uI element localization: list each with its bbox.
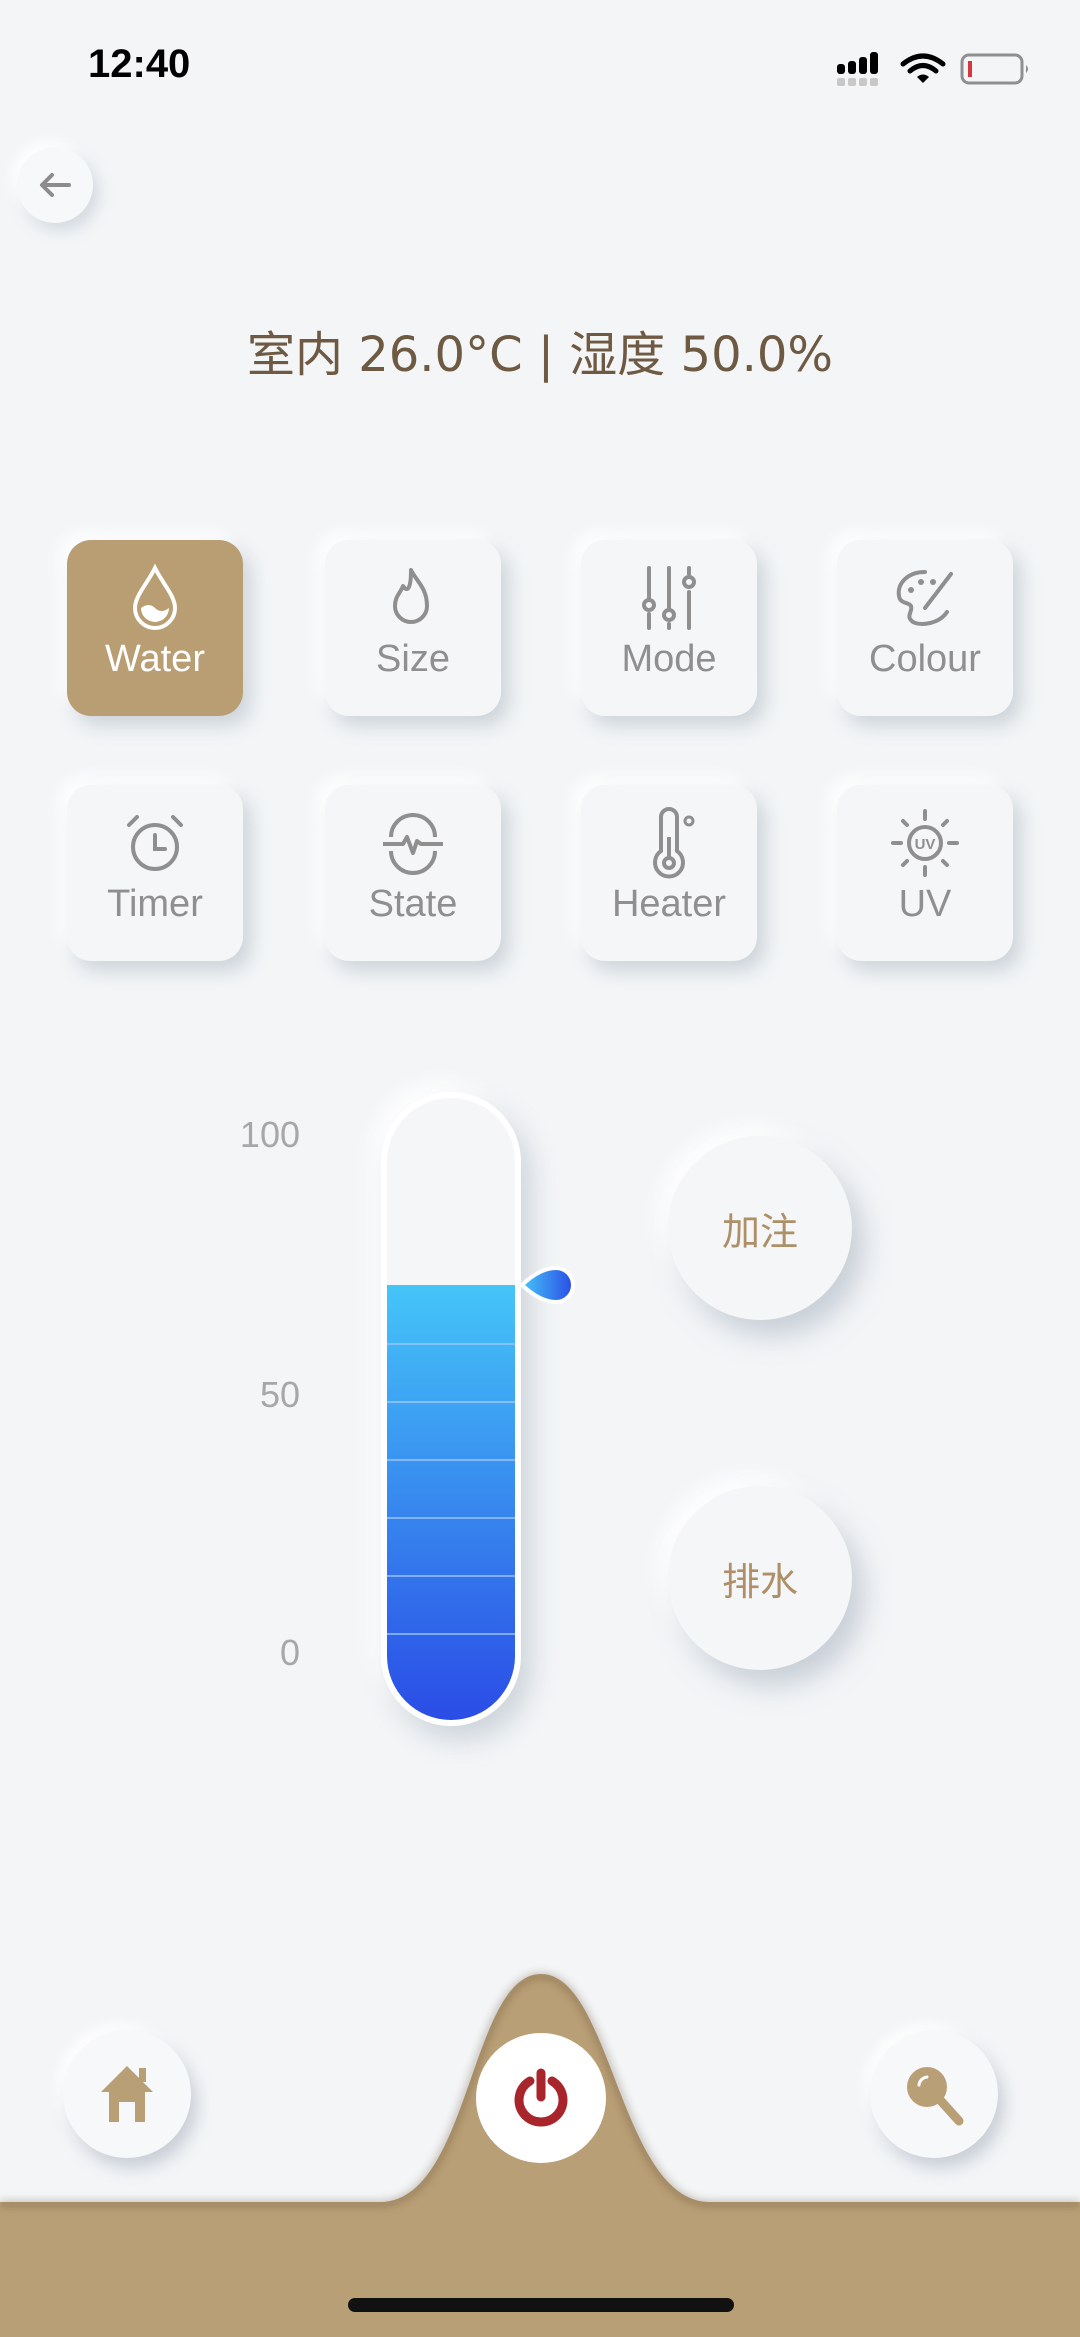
home-button[interactable]: [63, 2030, 191, 2158]
status-time: 12:40: [88, 42, 191, 86]
tile-water[interactable]: Water: [67, 540, 243, 716]
tile-uv[interactable]: UV UV: [837, 785, 1013, 961]
gauge-gridline: [387, 1632, 515, 1635]
gauge-gridline: [387, 1516, 515, 1519]
tile-heater[interactable]: Heater: [581, 785, 757, 961]
tile-mode[interactable]: Mode: [581, 540, 757, 716]
tile-colour[interactable]: Colour: [837, 540, 1013, 716]
tile-label: Timer: [107, 883, 203, 925]
arrow-left-icon: [40, 173, 71, 197]
gauge-gridline: [387, 1458, 515, 1461]
gauge-gridline: [387, 1342, 515, 1345]
tile-timer[interactable]: Timer: [67, 785, 243, 961]
status-icons: [837, 52, 1028, 86]
gauge-gridline: [387, 1400, 515, 1403]
alarm-clock-icon: [127, 815, 183, 871]
cellular-signal-icon: [837, 52, 878, 86]
back-button[interactable]: [17, 147, 93, 223]
power-button[interactable]: [476, 2033, 606, 2163]
search-button[interactable]: [870, 2030, 998, 2158]
battery-low-icon: [960, 53, 1028, 85]
flame-icon: [393, 568, 429, 624]
home-indicator: [348, 2298, 734, 2312]
tile-label: State: [368, 883, 458, 925]
uv-sun-icon: UV: [891, 809, 959, 877]
gauge-tick-50: 50: [259, 1374, 300, 1415]
water-level-gauge: [381, 1092, 521, 1726]
tile-size[interactable]: Size: [325, 540, 501, 716]
fill-water-button[interactable]: 加注: [668, 1136, 852, 1320]
tile-label: Mode: [621, 638, 717, 680]
thermometer-icon: [653, 807, 695, 879]
gauge-gridline: [387, 1574, 515, 1577]
room-status-header: 室内 26.0°C | 湿度 50.0%: [246, 327, 834, 383]
water-level-fill: [387, 1284, 515, 1720]
drain-water-button[interactable]: 排水: [668, 1486, 852, 1670]
gauge-tick-0: 0: [279, 1632, 300, 1673]
water-level-handle[interactable]: [518, 1262, 580, 1308]
svg-text:UV: UV: [915, 836, 936, 853]
tile-label: UV: [898, 883, 952, 925]
gauge-tick-100: 100: [239, 1114, 300, 1155]
tile-label: Colour: [869, 638, 981, 680]
water-drop-icon: [132, 563, 178, 630]
pulse-icon: [383, 813, 443, 875]
tile-state[interactable]: State: [325, 785, 501, 961]
search-icon: [907, 2067, 964, 2126]
palette-icon: [896, 570, 953, 626]
tile-label: Size: [376, 638, 450, 680]
tile-label: Water: [105, 638, 205, 680]
power-icon: [514, 2068, 568, 2127]
wifi-icon: [900, 53, 946, 83]
sliders-icon: [642, 566, 696, 630]
tile-label: Heater: [611, 883, 727, 925]
home-icon: [101, 2066, 153, 2122]
